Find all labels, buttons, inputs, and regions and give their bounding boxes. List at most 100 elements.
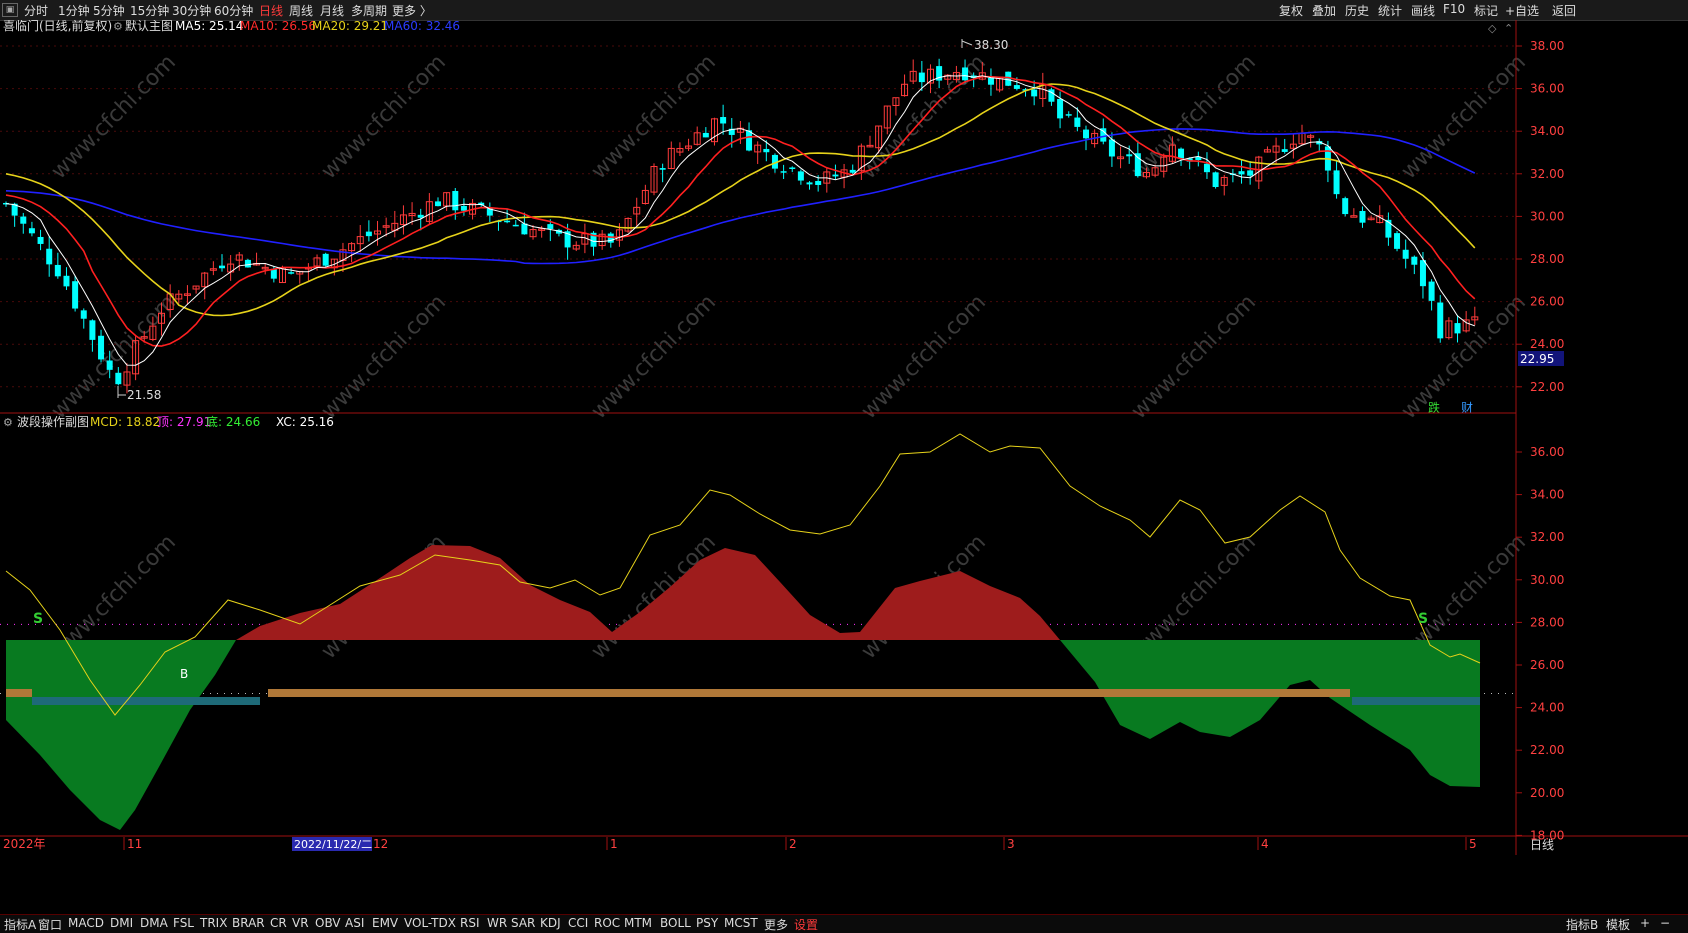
zoom-out-button[interactable]: − (1660, 916, 1670, 930)
f10-button[interactable]: F10 (1443, 2, 1465, 16)
overlay-button[interactable]: 叠加 (1312, 2, 1336, 19)
sub-panel-title[interactable]: 波段操作副图 (17, 414, 89, 429)
statistics-button[interactable]: 统计 (1378, 2, 1402, 19)
period-indicator: 日线 (1530, 838, 1554, 852)
diamond-icon[interactable]: ◇ (1488, 22, 1497, 35)
back-button[interactable]: 返回 (1552, 2, 1576, 19)
template-tab[interactable]: 模板 (1606, 916, 1630, 933)
period-daily[interactable]: 日线 (259, 2, 283, 19)
indicator-boll[interactable]: BOLL (660, 916, 691, 930)
system-menu-icon[interactable]: ▣ (2, 3, 18, 17)
indicator-kdj[interactable]: KDJ (540, 916, 561, 930)
indicator-brar[interactable]: BRAR (232, 916, 265, 930)
period-60min[interactable]: 60分钟 (214, 2, 253, 19)
main-template-label[interactable]: 默认主图 (125, 20, 173, 33)
indicator-dmi[interactable]: DMI (110, 916, 133, 930)
candle-body-down (815, 181, 822, 185)
indicator-a-tab[interactable]: 指标A (4, 916, 36, 933)
indicator-mtm[interactable]: MTM (624, 916, 652, 930)
candle-body-down (521, 223, 528, 235)
mark-button[interactable]: 标记 (1474, 2, 1498, 19)
low-marker: 21.58 (117, 386, 161, 402)
time-label-jan: 1 (610, 837, 618, 851)
time-label-dec: 12 (373, 837, 388, 851)
price-tick-label: 36.00 (1530, 82, 1564, 96)
history-button[interactable]: 历史 (1345, 2, 1369, 19)
candle-body-down (702, 132, 709, 138)
price-tick-label: 28.00 (1530, 252, 1564, 266)
candle-body-down (849, 169, 856, 173)
period-15min[interactable]: 15分钟 (130, 2, 169, 19)
price-tick-label: 26.00 (1530, 295, 1564, 309)
collapse-icon[interactable]: ⌃ (1504, 22, 1513, 35)
candle-body-down (720, 117, 727, 124)
template-gear-icon[interactable]: ⚙ (113, 20, 123, 33)
chart-canvas[interactable]: www.cfchi.com www.cfchi.com www.cfchi.com w… (0, 20, 1688, 914)
period-1min[interactable]: 1分钟 (58, 2, 90, 19)
green-wave-area (6, 640, 236, 830)
high-price-label: 38.30 (974, 38, 1008, 52)
zoom-in-button[interactable]: + (1640, 916, 1650, 930)
indicator-macd[interactable]: MACD (68, 916, 104, 930)
indicator-wr[interactable]: WR (487, 916, 507, 930)
candle-body-down (832, 174, 839, 177)
candle-body-down (219, 265, 225, 269)
price-tick-label: 30.00 (1530, 209, 1564, 223)
indicator-emv[interactable]: EMV (372, 916, 398, 930)
candle-body-down (987, 78, 994, 85)
indicator-rsi[interactable]: RSI (460, 916, 480, 930)
window-tab[interactable]: 窗口 (38, 916, 62, 933)
indicator-more[interactable]: 更多 (764, 916, 788, 933)
indicator-cci[interactable]: CCI (568, 916, 588, 930)
price-axis: 38.00 36.00 34.00 32.00 30.00 28.00 26.00 24.00… (1516, 39, 1564, 394)
sub-panel-gear-icon[interactable]: ⚙ (3, 416, 13, 429)
period-30min[interactable]: 30分钟 (172, 2, 211, 19)
moving-average-lines (5, 75, 1476, 366)
draw-line-button[interactable]: 画线 (1411, 2, 1435, 19)
indicator-asi[interactable]: ASI (345, 916, 364, 930)
add-watchlist-button[interactable]: +自选 (1505, 2, 1539, 19)
period-monthly[interactable]: 月线 (320, 2, 344, 19)
candle-body-down (1419, 260, 1426, 287)
candle-body-down (1394, 233, 1401, 249)
candle-body-down (288, 272, 295, 274)
indicator-roc[interactable]: ROC (594, 916, 620, 930)
restore-rights-button[interactable]: 复权 (1279, 2, 1303, 19)
candle-body-down (607, 233, 614, 243)
indicator-settings[interactable]: 设置 (794, 916, 818, 933)
candle-body-down (89, 320, 96, 340)
candle-body-down (780, 171, 787, 173)
candle-body-down (918, 72, 925, 83)
indicator-dma[interactable]: DMA (140, 916, 168, 930)
period-5min[interactable]: 5分钟 (93, 2, 125, 19)
indicator-sar[interactable]: SAR (511, 916, 535, 930)
period-weekly[interactable]: 周线 (289, 2, 313, 19)
indicator-psy[interactable]: PSY (696, 916, 718, 930)
indicator-b-tab[interactable]: 指标B (1566, 916, 1598, 933)
indicator-vr[interactable]: VR (292, 916, 309, 930)
watermark-text: www.cfchi.com (857, 290, 991, 424)
candle-body-down (1437, 302, 1444, 339)
indicator-cr[interactable]: CR (270, 916, 287, 930)
indicator-vol-tdx[interactable]: VOL-TDX (404, 916, 456, 930)
candle-body-down (460, 205, 467, 211)
candle-body-down (1342, 198, 1349, 215)
candle-body-down (1454, 323, 1461, 334)
indicator-mcst[interactable]: MCST (724, 916, 758, 930)
sub-tick-label: 30.00 (1530, 573, 1564, 587)
price-tick-label: 38.00 (1530, 39, 1564, 53)
period-multi[interactable]: 多周期 (351, 2, 387, 19)
indicator-trix[interactable]: TRIX (200, 916, 227, 930)
candle-body-down (1359, 210, 1366, 223)
ma20-label: MA20: 29.21 (312, 20, 388, 33)
buy-signal: B (180, 667, 188, 681)
ma60-label: MA60: 32.46 (384, 20, 460, 33)
current-price-label: 22.95 (1520, 352, 1554, 366)
time-label-year: 2022年 (3, 837, 46, 851)
period-more[interactable]: 更多 〉 (392, 2, 432, 19)
indicator-obv[interactable]: OBV (315, 916, 341, 930)
sub-tick-label: 36.00 (1530, 445, 1564, 459)
indicator-fsl[interactable]: FSL (173, 916, 194, 930)
time-axis: 2022年 11 12 1 2 3 4 5 2022/11/22/二 日线 (3, 837, 1554, 852)
period-fenshi[interactable]: 分时 (24, 2, 48, 19)
